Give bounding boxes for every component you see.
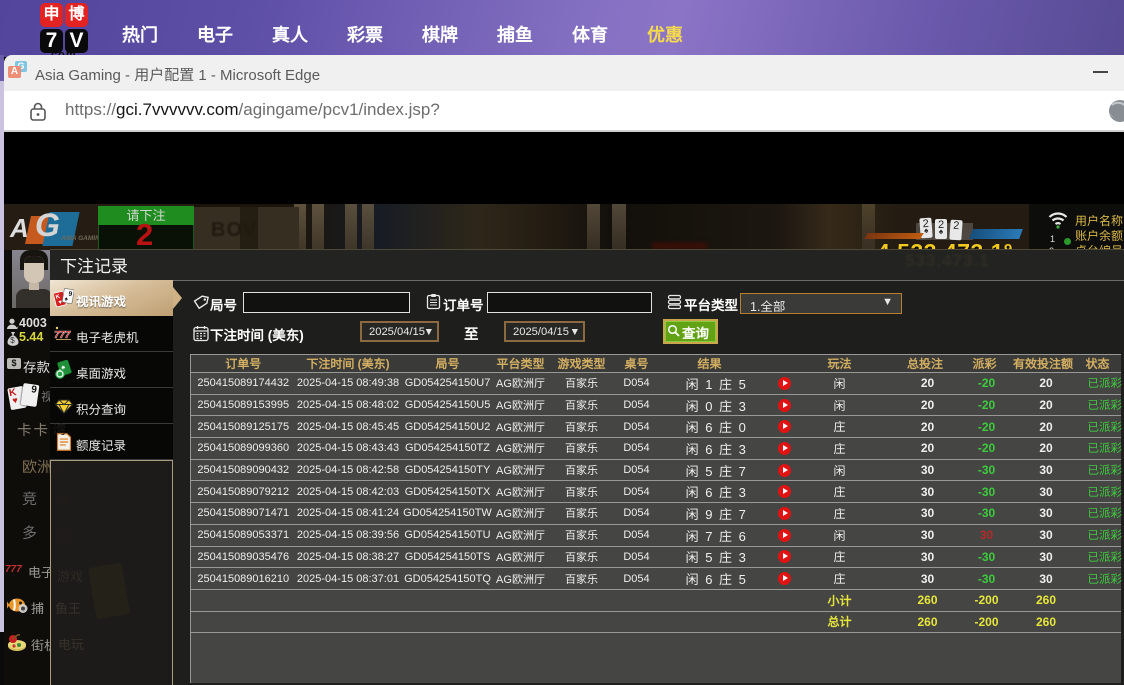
svg-text:$: $	[10, 336, 15, 345]
